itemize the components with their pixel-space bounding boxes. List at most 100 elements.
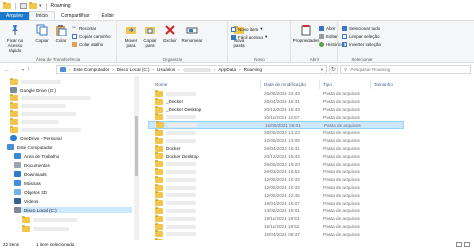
paste-shortcut-button[interactable]: Colar atalho (72, 42, 103, 47)
properties-button[interactable]: Propriedades (293, 24, 319, 43)
open-icon (319, 26, 324, 31)
breadcrumb-user-redacted[interactable] (182, 67, 211, 72)
window-title: Roaming (50, 3, 71, 9)
nav-onedrive[interactable]: OneDrive - Personal (10, 135, 62, 141)
table-row[interactable]: 12/05/2021 10:33 Pasta de arquivos (148, 183, 404, 192)
file-type: Pasta de arquivos (323, 208, 360, 214)
nav-music[interactable]: Músicas (14, 180, 41, 186)
nav-google-drive[interactable]: Google Drive (G:) (10, 87, 56, 93)
breadcrumb-users[interactable]: Usuários (157, 67, 175, 72)
breadcrumb-appdata[interactable]: AppData (218, 67, 236, 72)
tab-file[interactable]: Arquivo (0, 12, 29, 20)
new-item-label: Novo item (238, 26, 259, 32)
copy-button[interactable]: Copiar (34, 24, 50, 43)
clear-selection-button[interactable]: Limpar seleção (342, 34, 380, 39)
search-input[interactable]: ⚲ Pesquisar Roaming (340, 65, 471, 74)
table-row[interactable]: 29/05/2022 19:20 Pasta de arquivos (148, 160, 404, 168)
nav-folder[interactable] (10, 102, 66, 109)
nav-folder[interactable] (10, 94, 91, 101)
column-size[interactable]: Tamanho (374, 82, 393, 87)
table-row[interactable]: 15/04/2021 09:37 Pasta de arquivos (148, 230, 404, 238)
large-icons-view-icon[interactable] (464, 242, 470, 247)
download-icon (14, 171, 21, 177)
drive-icon (10, 87, 17, 93)
table-row[interactable]: 15/11/2021 18:52 Pasta de arquivos (148, 222, 404, 231)
recent-chevron-icon[interactable]: ▾ (22, 67, 24, 72)
table-row[interactable]: 19/11/2021 18:53 Pasta de arquivos (148, 214, 404, 223)
copy-to-button[interactable]: Copiar para (140, 24, 160, 48)
scrollbar-thumb[interactable] (135, 116, 138, 176)
nav-local-disk[interactable]: Disco Local (C:) (14, 207, 132, 213)
nav-folder[interactable] (22, 225, 69, 232)
move-to-button[interactable]: Mover para (121, 24, 141, 48)
table-row[interactable]: 25/06/2022 22:43 Pasta de arquivos (148, 89, 404, 98)
cut-button[interactable]: ✂ Recortar (72, 26, 96, 32)
column-type[interactable]: Tipo (323, 82, 332, 87)
file-name-cell (155, 230, 196, 238)
breadcrumb-this-pc[interactable]: Este Computador (74, 67, 110, 72)
chevron-down-icon[interactable]: ▾ (39, 3, 42, 9)
table-row[interactable]: 13/05/2021 15:01 Pasta de arquivos (148, 206, 404, 215)
table-row[interactable]: Docker 26/04/2022 16:31 Pasta de arquivos (148, 144, 404, 153)
table-row[interactable]: 12/05/2021 10:33 Pasta de arquivos (148, 175, 404, 184)
details-view-icon[interactable] (456, 242, 462, 247)
refresh-button[interactable]: ↻ (329, 65, 338, 74)
address-dropdown-icon[interactable]: ▾ (321, 67, 323, 73)
forward-arrow-icon[interactable]: → (13, 67, 19, 73)
rename-button[interactable]: Renomear (180, 24, 204, 43)
nav-folder[interactable] (22, 216, 77, 223)
nav-downloads[interactable]: Downloads (14, 171, 47, 177)
invert-selection-button[interactable]: Inverter seleção (342, 42, 381, 47)
open-button[interactable]: Abrir (319, 26, 336, 31)
tab-share[interactable]: Compartilhar (55, 12, 96, 20)
nav-3d-objects[interactable]: Objetos 3D (14, 189, 47, 195)
nav-videos[interactable]: Vídeos (14, 198, 38, 204)
file-name (166, 193, 196, 198)
paste-button[interactable]: Colar (53, 24, 69, 43)
edit-button[interactable]: Editar (319, 34, 338, 39)
new-item-icon (231, 26, 236, 32)
nav-scrollbar[interactable] (134, 76, 139, 240)
table-row[interactable]: 28/05/2022 13:23 Pasta de arquivos (148, 128, 404, 137)
properties-icon[interactable] (20, 3, 27, 9)
copy-path-label: Copiar caminho (79, 34, 111, 39)
table-row[interactable]: 26/03/2021 16:52 Pasta de arquivos (148, 167, 404, 176)
copy-path-button[interactable]: Copiar caminho (72, 34, 111, 39)
table-row[interactable]: 19/04/2021 16:07 Pasta de arquivos (148, 199, 404, 207)
paste-label: Colar (55, 38, 67, 43)
nav-desktop[interactable]: Área de Trabalho (14, 153, 59, 159)
pin-quick-access-button[interactable]: Fixar no Acesso rápido (4, 24, 26, 53)
table-row[interactable]: _Docker 26/04/2022 16:31 Pasta de arquivos (148, 97, 404, 106)
column-divider[interactable] (260, 80, 261, 89)
tab-view[interactable]: Exibir (96, 12, 121, 20)
nav-folder[interactable] (10, 118, 59, 125)
tab-home[interactable]: Início (28, 11, 55, 20)
select-all-button[interactable]: Selecionar tudo (342, 26, 380, 31)
column-divider[interactable] (319, 80, 320, 89)
table-row[interactable]: 15/05/2021 06:01 Pasta de arquivos (148, 121, 404, 130)
column-divider[interactable] (370, 80, 371, 89)
nav-this-pc[interactable]: Este Computador (7, 144, 53, 150)
search-placeholder: Pesquisar Roaming (350, 67, 391, 72)
easy-access-button[interactable]: Fácil acesso ▾ (231, 34, 267, 40)
breadcrumb-local-disk[interactable]: Disco Local (C:) (117, 67, 150, 72)
nav-folder[interactable] (10, 110, 76, 117)
breadcrumb-roaming[interactable]: Roaming (244, 67, 262, 72)
up-arrow-icon[interactable]: ↑ (27, 67, 30, 73)
address-bar[interactable]: › Este Computador › Disco Local (C:) › U… (56, 65, 327, 74)
column-date[interactable]: Data de modificação (264, 82, 306, 87)
back-arrow-icon[interactable]: ← (4, 67, 10, 73)
table-row[interactable]: 12/05/2021 13:08 Pasta de arquivos (148, 136, 404, 145)
nav-folder[interactable] (10, 126, 81, 133)
table-row[interactable]: _Docker Desktop 20/12/2021 15:43 Pasta de … (148, 105, 404, 114)
nav-folder[interactable] (10, 78, 61, 85)
table-row[interactable]: 10/11/2021 12:57 Pasta de arquivos (148, 113, 404, 121)
folder-icon (155, 105, 163, 113)
column-name[interactable]: Nome (155, 82, 167, 87)
new-folder-icon[interactable] (29, 2, 37, 9)
table-row[interactable]: 12/05/2021 12:45 Pasta de arquivos (148, 191, 404, 199)
new-item-button[interactable]: Novo item ▾ (231, 26, 263, 32)
delete-button[interactable]: Excluir (162, 24, 178, 43)
table-row[interactable]: Docker Desktop 20/12/2021 15:43 Pasta de a… (148, 152, 404, 160)
nav-documents[interactable]: Documentos (14, 162, 50, 168)
